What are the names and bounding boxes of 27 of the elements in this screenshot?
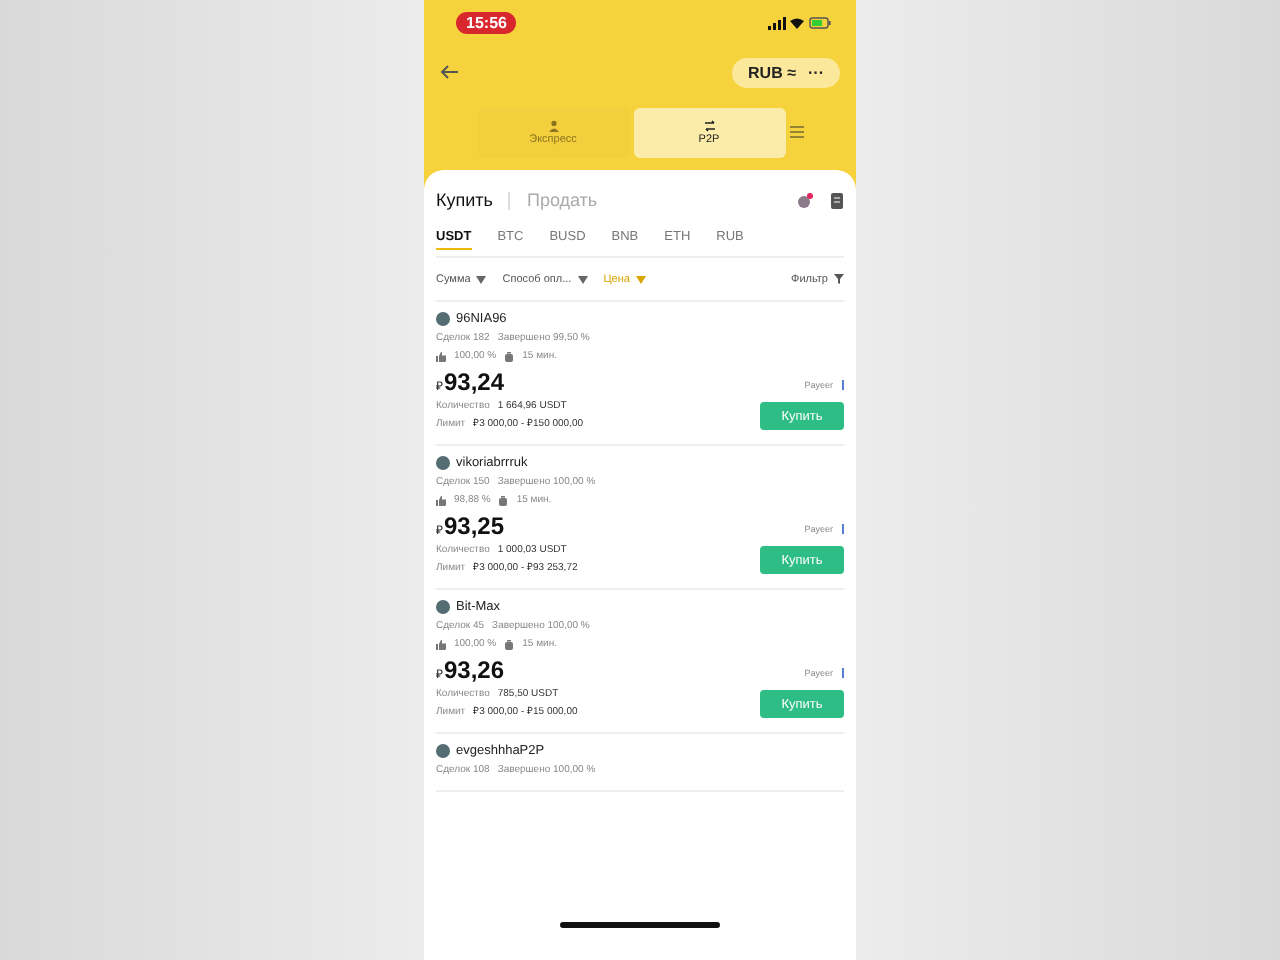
- avatar-icon: [436, 456, 450, 470]
- thumbs-up-icon: [436, 639, 446, 649]
- currency-selector[interactable]: RUB ≈ ···: [732, 57, 840, 87]
- trade-tab[interactable]: Купить: [436, 190, 493, 210]
- caret-icon: [577, 275, 588, 283]
- avatar-icon: [436, 312, 450, 326]
- person-icon: [547, 119, 559, 131]
- document-icon[interactable]: [830, 191, 844, 209]
- notification-icon[interactable]: [796, 191, 814, 209]
- timer-icon: [504, 639, 515, 649]
- back-arrow-icon[interactable]: [440, 64, 460, 80]
- timer-icon: [504, 351, 515, 361]
- avatar-icon: [436, 744, 450, 758]
- price: 93,26: [444, 656, 505, 684]
- thumbs-up-icon: [436, 351, 446, 361]
- status-time: 15:56: [456, 11, 517, 33]
- price: 93,24: [444, 368, 505, 396]
- funnel-icon: [834, 274, 844, 284]
- caret-icon: [476, 275, 487, 283]
- timer-icon: [498, 495, 509, 505]
- status-icons: [768, 15, 832, 29]
- avatar-icon: [436, 600, 450, 614]
- exchange-icon: [703, 119, 715, 131]
- price: 93,25: [444, 512, 505, 540]
- thumbs-up-icon: [436, 495, 446, 505]
- menu-icon[interactable]: [789, 126, 803, 138]
- caret-icon: [635, 275, 646, 283]
